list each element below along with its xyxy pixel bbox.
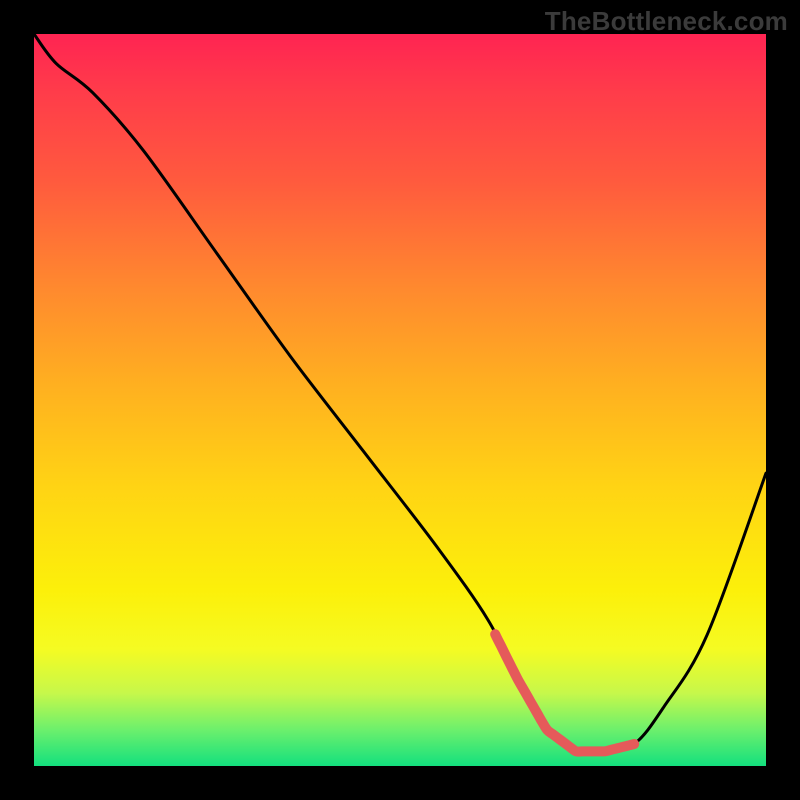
plot-area (34, 34, 766, 766)
bottleneck-curve (34, 34, 766, 753)
chart-frame: TheBottleneck.com (0, 0, 800, 800)
watermark-text: TheBottleneck.com (545, 6, 788, 37)
curve-svg (34, 34, 766, 766)
bottleneck-curve-highlight (495, 634, 634, 751)
